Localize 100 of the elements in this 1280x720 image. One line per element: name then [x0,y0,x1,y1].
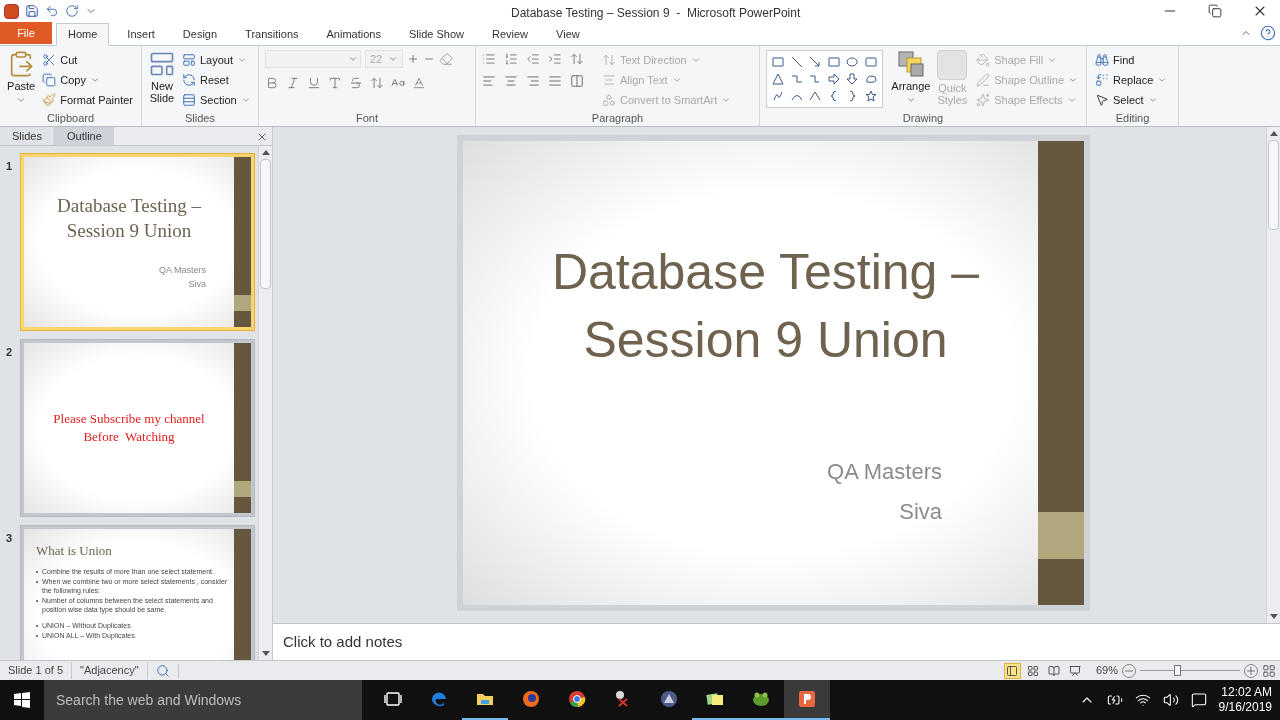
task-view-icon [383,689,403,709]
align-center-icon[interactable] [504,74,518,88]
save-icon[interactable] [25,4,39,18]
layout-icon [182,53,196,67]
shape-icon[interactable] [809,90,822,103]
line-spacing-icon[interactable] [570,52,584,66]
caret-icon [1147,95,1158,105]
thumbnail-text: Please Subscribe my channel [53,410,205,428]
shape-icon[interactable] [865,73,877,85]
text-direction-icon [602,53,616,67]
ribbon-button[interactable]: Reset [180,70,253,90]
scrollbar[interactable] [1266,127,1280,623]
scroll-down-icon[interactable] [261,651,270,656]
paintbrush-icon [42,93,57,107]
restore-icon[interactable] [1208,4,1222,18]
fit-slide-icon[interactable] [1262,663,1276,678]
ribbon-tab[interactable]: View [545,23,591,46]
italic-icon[interactable] [286,76,300,90]
windows-logo-icon[interactable] [14,692,30,708]
ribbon-button[interactable]: Layout [180,50,253,70]
ribbon-tab[interactable]: Home [56,23,110,46]
clear-formatting-icon[interactable] [439,52,453,66]
ribbon-tab[interactable]: Animations [315,23,392,46]
increase-indent-icon[interactable] [548,52,562,66]
slide-subtitle: Siva [899,498,942,526]
align-right-icon[interactable] [526,74,540,88]
zoom-slider[interactable] [1140,664,1240,677]
scroll-thumb[interactable] [260,159,271,289]
scroll-down-icon[interactable] [1269,614,1278,619]
view-button[interactable] [1003,662,1021,679]
ribbon-button[interactable]: Copy [40,70,135,90]
ribbon-tab[interactable]: Slide Show [397,23,475,46]
numbering-icon[interactable] [504,52,518,66]
grow-font-icon[interactable] [407,53,419,65]
thumbnail-text: Before Watching [83,428,175,446]
clock-date[interactable]: 9/16/2019 [1218,700,1272,715]
volume-icon[interactable] [1162,692,1179,708]
shape-icon[interactable] [846,73,859,85]
battery-icon[interactable] [1106,692,1123,708]
search-field[interactable]: Search the web and Windows [44,680,362,720]
shape-icon[interactable] [846,55,859,68]
shape-icon[interactable] [772,73,785,85]
notes-field[interactable]: Click to add notes [273,623,1280,660]
new-slide-button[interactable]: New Slide [148,50,176,110]
arrange-icon [896,50,925,78]
columns-icon[interactable] [570,74,584,88]
thumbnail-title: Database Testing – Session 9 Union [56,194,202,243]
file-tab[interactable]: File [0,22,52,44]
scroll-thumb[interactable] [1268,140,1279,230]
shape-icon[interactable] [809,55,822,68]
panel-tab[interactable]: Slides [0,127,55,145]
ribbon-button[interactable]: Find [1093,50,1170,70]
shapes-gallery[interactable] [766,50,884,108]
justify-icon[interactable] [548,74,562,88]
align-left-icon[interactable] [482,74,496,88]
ribbon-button[interactable]: Replace [1093,70,1170,90]
scroll-up-icon[interactable] [261,150,270,155]
slide-thumbnail[interactable]: Please Subscribe my channel Before Watching [20,339,255,517]
ribbon-button[interactable]: Section [180,90,253,110]
paste-button[interactable]: Paste [6,50,37,110]
help-icon[interactable] [1260,25,1276,41]
ribbon-tab[interactable]: Insert [116,23,166,46]
slider-thumb[interactable] [1174,665,1181,676]
ribbon-tab[interactable]: Transitions [234,23,310,46]
shape-icon[interactable] [827,55,840,68]
scroll-up-icon[interactable] [1269,131,1278,136]
shape-icon[interactable] [790,55,803,68]
redo-icon[interactable] [65,4,79,18]
wifi-icon[interactable] [1134,692,1151,708]
underline-icon[interactable] [307,76,321,90]
bold-icon[interactable] [265,76,279,90]
strikethrough-icon[interactable] [349,76,363,90]
scrollbar[interactable] [258,146,272,660]
shape-icon[interactable] [865,55,877,68]
pointer-icon [1095,93,1109,107]
notifications-icon[interactable] [1190,692,1207,708]
ribbon-tab[interactable]: Review [480,23,540,46]
ribbon-button[interactable]: Cut [40,50,135,70]
zoom-level[interactable]: 69% [1095,662,1118,679]
shape-icon[interactable] [772,55,785,68]
panel-tab[interactable]: Outline [54,127,114,145]
taskbar-app[interactable] [784,680,830,720]
ribbon-button[interactable]: Select [1093,90,1170,110]
ribbon-button[interactable]: Format Painter [40,90,135,110]
ribbon-tab[interactable]: Design [171,23,229,46]
app-icon[interactable] [4,3,19,19]
caret-icon [721,95,732,105]
font-color-icon[interactable] [412,76,426,90]
spell-check-icon[interactable] [155,663,170,678]
shape-icon[interactable] [865,90,877,103]
spacing-icon[interactable] [370,76,384,90]
font-name-field[interactable] [265,50,361,68]
slide-thumbnail[interactable]: Database Testing – Session 9 Union QA Masters Siva [20,153,255,331]
group-label: Font [355,111,379,126]
undo-icon[interactable] [45,4,59,18]
clock-time[interactable]: 12:02 AM [1221,685,1272,700]
slide-thumbnail[interactable] [20,525,255,660]
shape-icon[interactable] [827,73,840,85]
arrange-button[interactable]: Arrange [891,50,931,110]
shape-icon[interactable] [772,90,785,103]
